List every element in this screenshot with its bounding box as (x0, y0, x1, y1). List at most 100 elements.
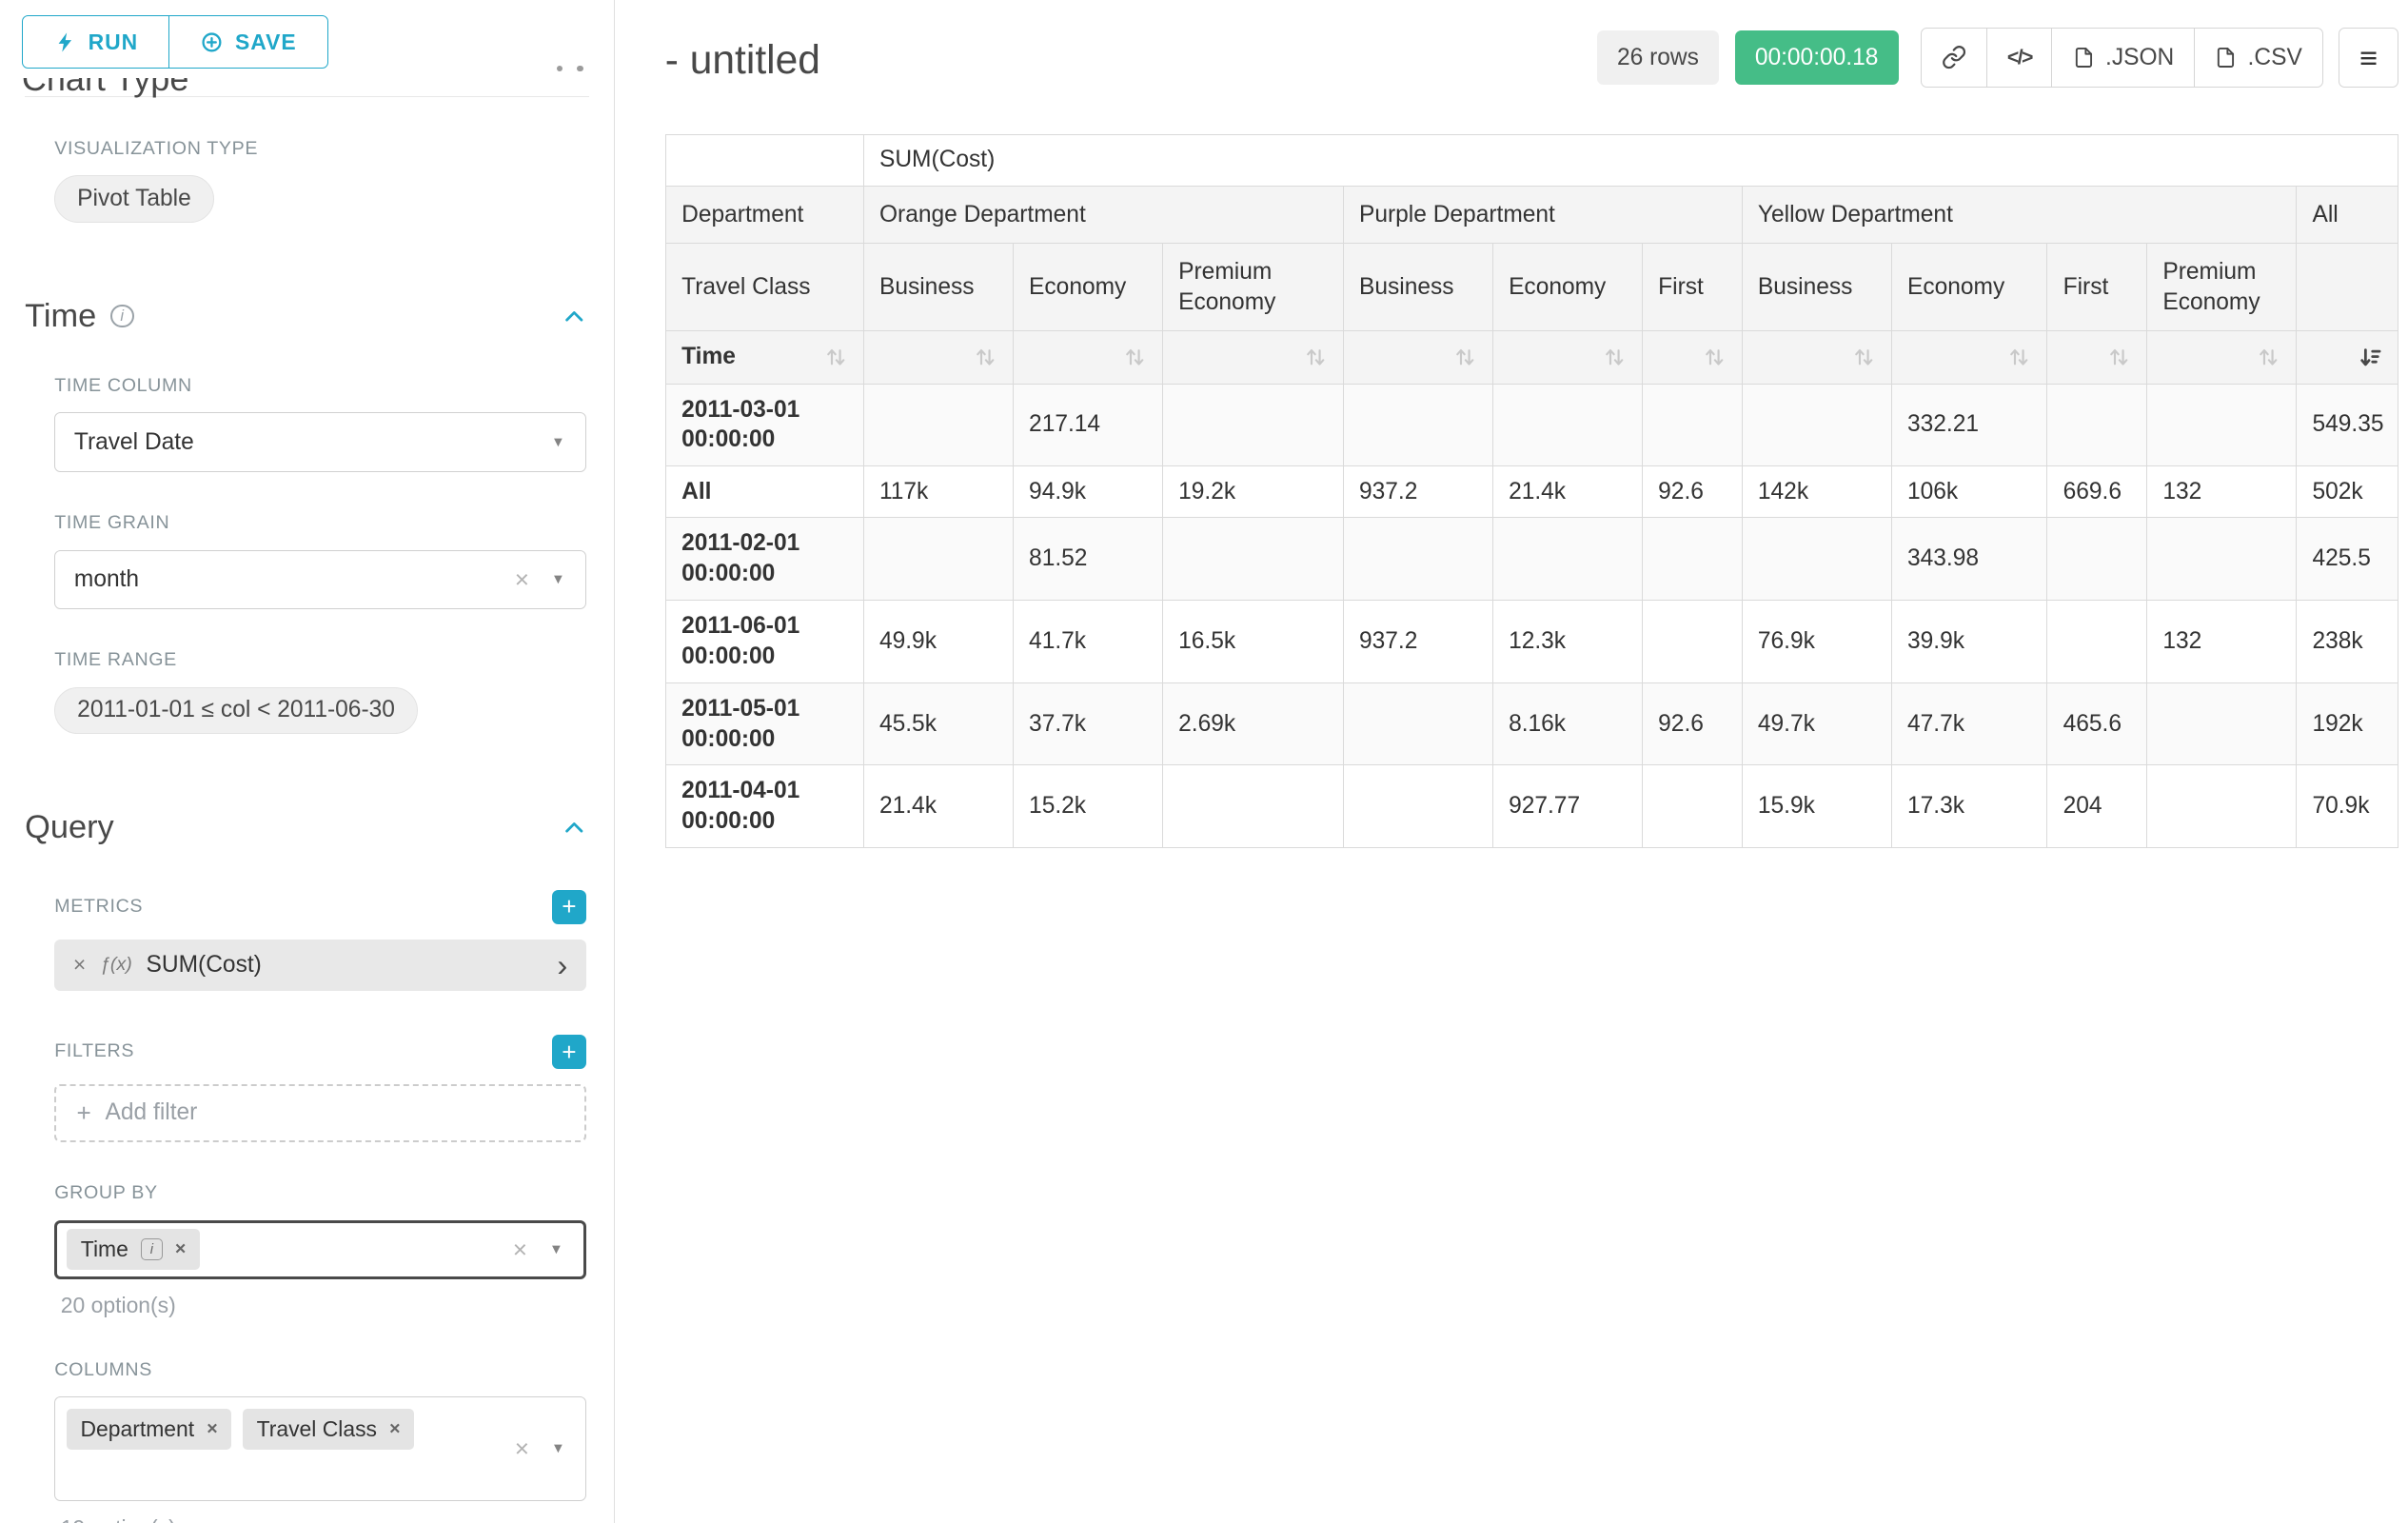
caret-down-icon[interactable]: ▼ (551, 435, 565, 450)
short-link-button[interactable] (1921, 28, 1988, 87)
scroll-dots-decoration (557, 66, 583, 72)
metric-item[interactable]: × ƒ(x) SUM(Cost) › (54, 940, 586, 991)
groupby-chip-time[interactable]: Time i × (67, 1229, 200, 1270)
clear-icon[interactable]: × (515, 564, 529, 594)
remove-chip-icon[interactable]: × (389, 1418, 400, 1440)
group-header: All (2297, 186, 2398, 244)
table-row: All 117k 94.9k 19.2k 937.2 21.4k 92.6 14… (665, 466, 2398, 518)
remove-chip-icon[interactable]: × (175, 1238, 186, 1260)
row-label: 2011-05-01 00:00:00 (665, 682, 863, 765)
save-button[interactable]: SAVE (168, 15, 328, 69)
time-grain-select[interactable]: month × ▼ (54, 550, 586, 609)
metrics-control: METRICS + × ƒ(x) SUM(Cost) › (54, 890, 586, 991)
chevron-up-icon[interactable] (563, 305, 586, 328)
row-count-badge: 26 rows (1597, 30, 1719, 85)
pivot-cell: 15.9k (1742, 765, 1891, 848)
class-header: First (1642, 244, 1742, 331)
pivot-cell: 17.3k (1891, 765, 2047, 848)
remove-metric-icon[interactable]: × (73, 952, 86, 978)
chart-title[interactable]: - untitled (665, 37, 820, 84)
sort-desc-icon[interactable] (2359, 346, 2382, 369)
add-filter-button[interactable]: + Add filter (54, 1084, 586, 1142)
pivot-cell: 12.3k (1492, 601, 1642, 683)
caret-down-icon[interactable]: ▼ (549, 1242, 563, 1257)
sort-icon[interactable] (1123, 346, 1147, 369)
sort-icon[interactable] (1852, 346, 1876, 369)
pivot-cell: 19.2k (1162, 466, 1343, 518)
pivot-cell: 37.7k (1013, 682, 1162, 765)
class-header: Business (1343, 244, 1492, 331)
caret-down-icon[interactable]: ▼ (551, 572, 565, 587)
run-button[interactable]: RUN (22, 15, 170, 69)
pivot-cell (2047, 518, 2147, 601)
pivot-cell: 70.9k (2297, 765, 2398, 848)
sort-icon[interactable] (2257, 346, 2280, 369)
export-json-button[interactable]: .JSON (2051, 28, 2195, 87)
time-column-value: Travel Date (74, 429, 194, 456)
add-metric-button[interactable]: + (552, 890, 586, 924)
clear-icon[interactable]: × (513, 1235, 527, 1264)
columns-label: COLUMNS (54, 1359, 586, 1381)
pivot-cell (1343, 765, 1492, 848)
viz-type-label: VISUALIZATION TYPE (54, 138, 586, 160)
pivot-cell: 117k (863, 466, 1013, 518)
columns-chip-travel-class[interactable]: Travel Class × (243, 1409, 414, 1450)
groupby-control: GROUP BY Time i × × ▼ 20 option(s) (54, 1182, 586, 1318)
time-range-pill[interactable]: 2011-01-01 ≤ col < 2011-06-30 (54, 687, 418, 735)
class-header: Premium Economy (2147, 244, 2297, 331)
pivot-cell (1642, 601, 1742, 683)
sort-icon[interactable] (974, 346, 997, 369)
sort-cell (2047, 330, 2147, 384)
chevron-right-icon[interactable]: › (557, 950, 567, 981)
class-header: Business (863, 244, 1013, 331)
row-label: 2011-03-01 00:00:00 (665, 384, 863, 466)
pivot-table: SUM(Cost) Department Orange Department P… (665, 134, 2398, 849)
time-header-label: Time (681, 342, 736, 372)
info-icon[interactable]: i (110, 305, 134, 328)
row-label: 2011-06-01 00:00:00 (665, 601, 863, 683)
pivot-cell: 15.2k (1013, 765, 1162, 848)
time-range-label: TIME RANGE (54, 649, 586, 671)
pivot-cell: 106k (1891, 466, 2047, 518)
sort-icon[interactable] (1304, 346, 1328, 369)
time-column-select[interactable]: Travel Date ▼ (54, 412, 586, 471)
pivot-cell: 132 (2147, 466, 2297, 518)
groupby-select[interactable]: Time i × × ▼ (54, 1220, 586, 1279)
bolt-icon (54, 31, 76, 53)
sort-icon[interactable] (1703, 346, 1727, 369)
pivot-cell (1162, 384, 1343, 466)
sort-icon[interactable] (2007, 346, 2031, 369)
viz-type-pill[interactable]: Pivot Table (54, 175, 213, 223)
control-panel-sidebar: RUN SAVE Chart Type VISUALIZATION TYPE P… (0, 0, 615, 1523)
more-options-button[interactable]: ≡ (2339, 28, 2398, 87)
add-filter-plus-button[interactable]: + (552, 1035, 586, 1069)
pivot-cell: 238k (2297, 601, 2398, 683)
chevron-up-icon[interactable] (563, 816, 586, 840)
view-query-button[interactable]: </> (1986, 28, 2053, 87)
export-csv-label: .CSV (2248, 45, 2302, 71)
metric-header-cell: SUM(Cost) (863, 134, 2398, 186)
columns-select[interactable]: Department × Travel Class × × ▼ (54, 1396, 586, 1501)
pivot-cell (1492, 518, 1642, 601)
pivot-cell: 192k (2297, 682, 2398, 765)
export-csv-button[interactable]: .CSV (2194, 28, 2323, 87)
time-header-cell: Time (665, 330, 863, 384)
columns-chip-department[interactable]: Department × (67, 1409, 232, 1450)
pivot-cell: 425.5 (2297, 518, 2398, 601)
class-header: Premium Economy (1162, 244, 1343, 331)
chip-label: Department (80, 1416, 194, 1442)
sort-icon[interactable] (2107, 346, 2131, 369)
pivot-cell (2147, 518, 2297, 601)
sort-icon[interactable] (1453, 346, 1477, 369)
pivot-cell: 41.7k (1013, 601, 1162, 683)
sort-icon[interactable] (824, 346, 848, 369)
chip-label: Time (81, 1236, 128, 1262)
info-icon[interactable]: i (141, 1238, 163, 1260)
pivot-cell: 343.98 (1891, 518, 2047, 601)
pivot-cell (1162, 765, 1343, 848)
clear-icon[interactable]: × (515, 1434, 529, 1464)
caret-down-icon[interactable]: ▼ (551, 1441, 565, 1456)
pivot-cell (2147, 765, 2297, 848)
remove-chip-icon[interactable]: × (207, 1418, 217, 1440)
sort-icon[interactable] (1603, 346, 1627, 369)
